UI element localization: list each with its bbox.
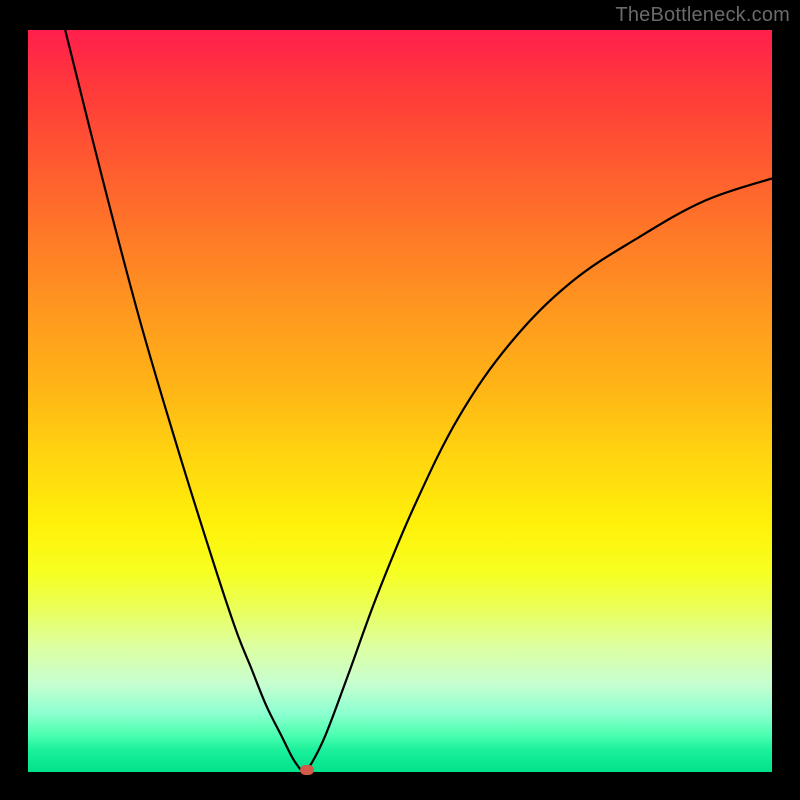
curve-right-path [303,178,772,772]
chart-frame: TheBottleneck.com [0,0,800,800]
bottleneck-curve [28,30,772,772]
watermark-text: TheBottleneck.com [615,4,790,27]
min-marker [300,765,314,775]
curve-left-path [65,30,303,772]
plot-area [28,30,772,772]
